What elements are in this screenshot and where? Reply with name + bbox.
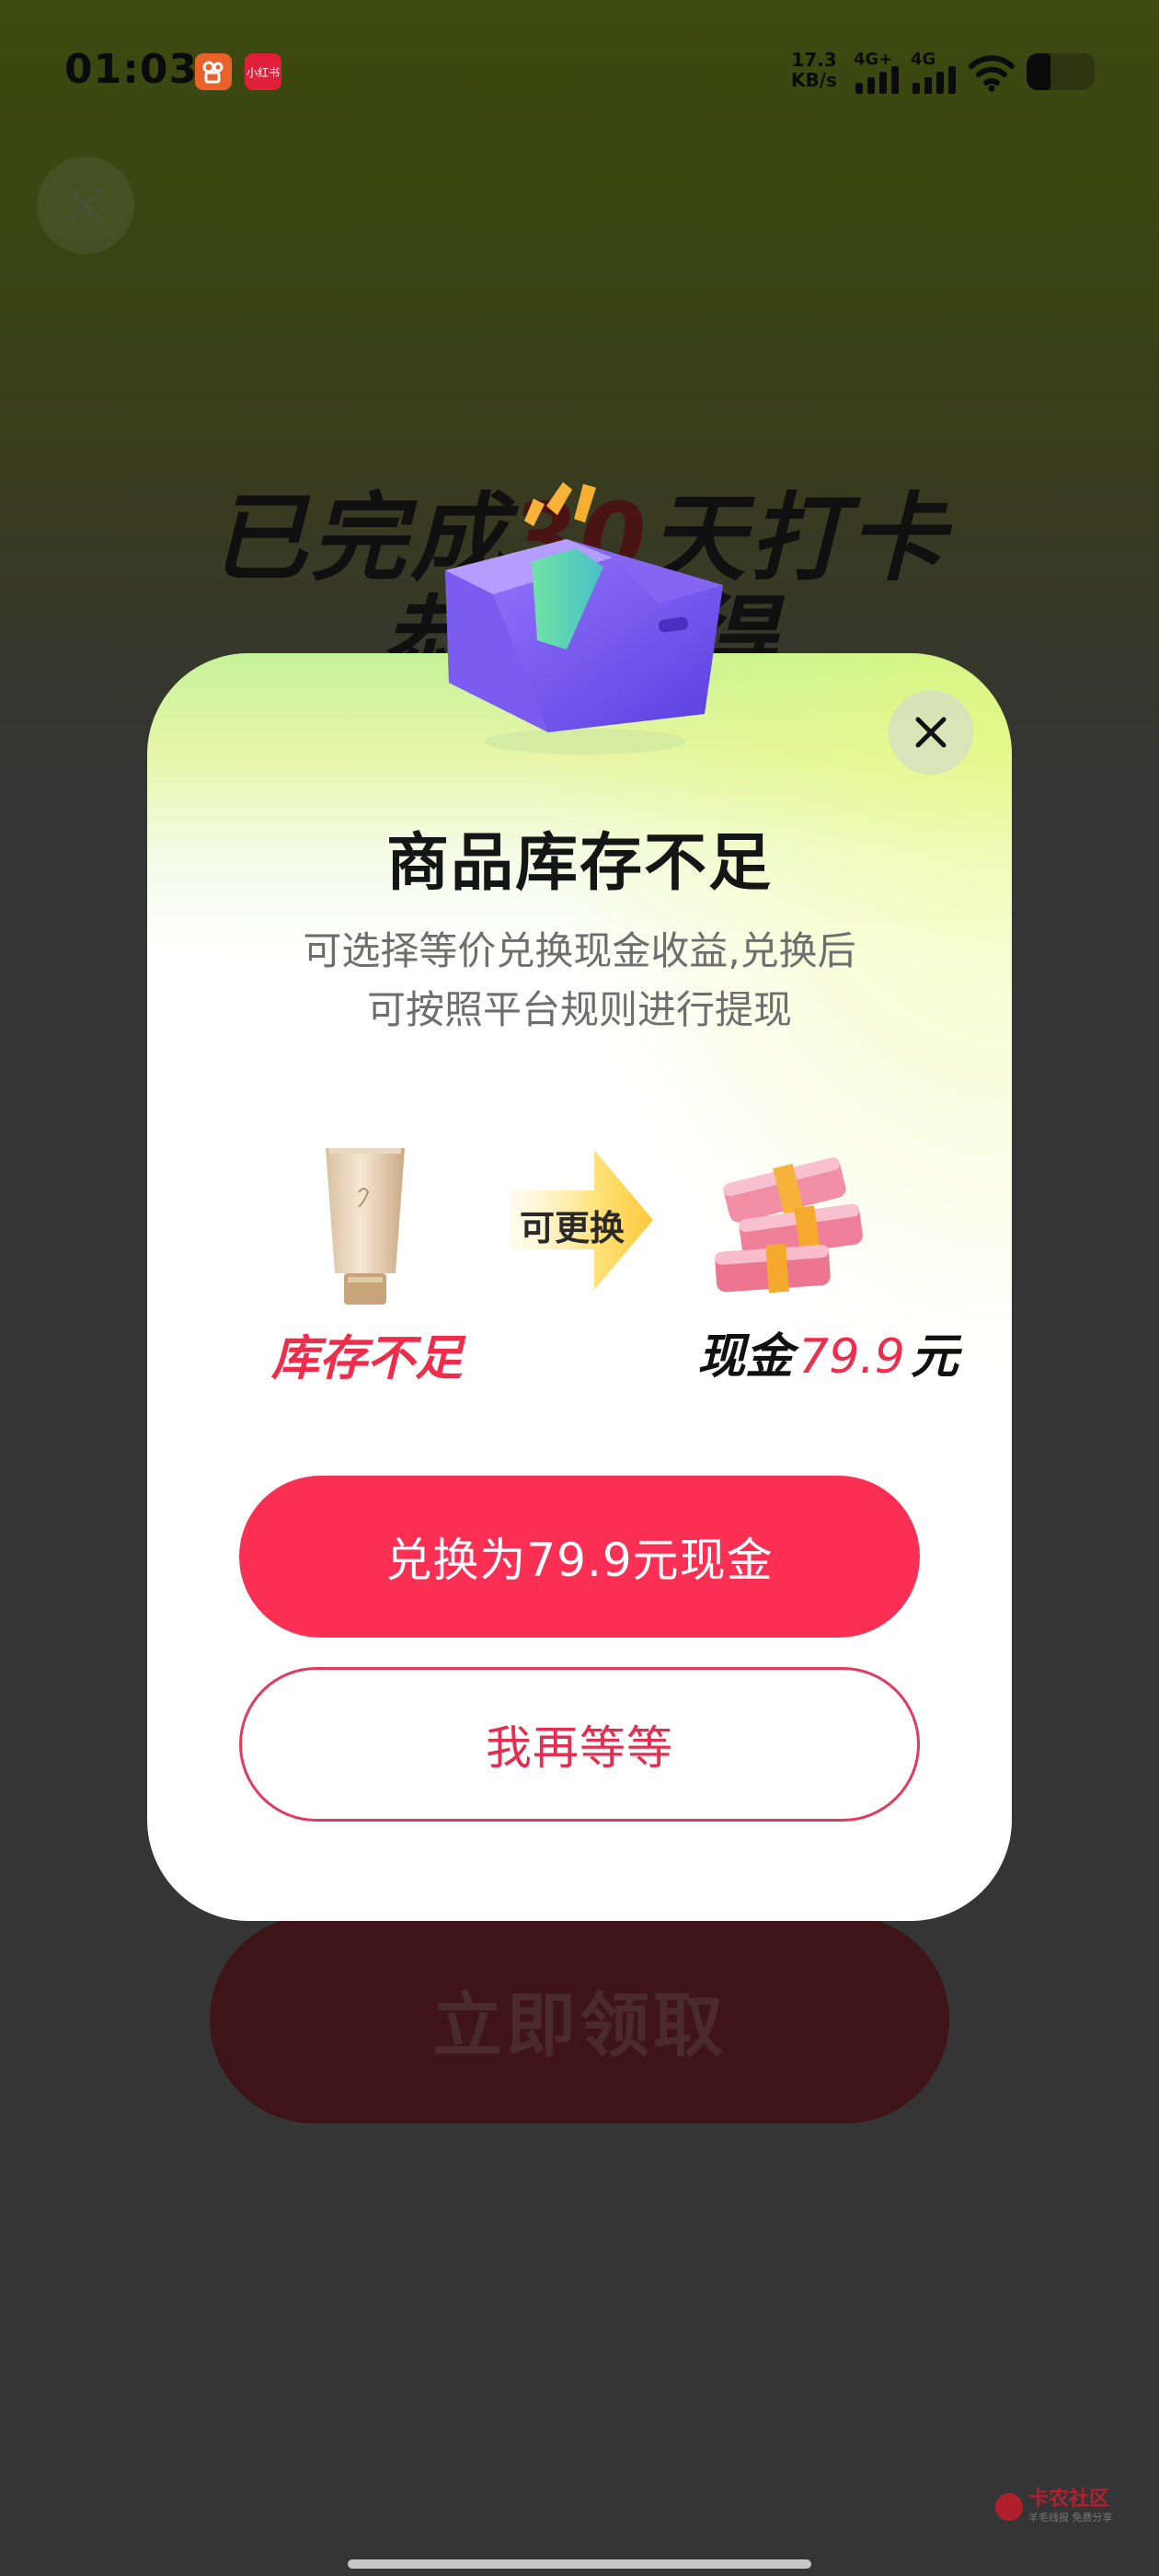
status-bar: 01:03 小红书 17.3 KB/s 4G+ 4G bbox=[0, 0, 1159, 147]
wifi-icon bbox=[968, 52, 1016, 96]
close-icon bbox=[68, 188, 103, 223]
dialog-title: 商品库存不足 bbox=[385, 827, 773, 900]
exchange-cash-button[interactable]: 兑换为79.9元现金 bbox=[239, 1476, 920, 1638]
cash-stack-image bbox=[715, 1157, 863, 1294]
dialog-close-button[interactable] bbox=[889, 690, 973, 775]
dialog-description-line1: 可选择等价兑换现金收益,兑换后 bbox=[303, 928, 856, 973]
dialog-description-line2: 可按照平台规则进行提现 bbox=[366, 987, 792, 1032]
page-close-button[interactable] bbox=[37, 156, 134, 254]
close-icon bbox=[915, 717, 947, 748]
watermark-logo-icon bbox=[995, 2493, 1023, 2521]
network-speed-unit: KB/s bbox=[791, 69, 837, 91]
wait-button[interactable]: 我再等等 bbox=[239, 1667, 920, 1822]
network-speed-value: 17.3 bbox=[791, 49, 837, 71]
watermark-text: 卡农社区 bbox=[1028, 2488, 1110, 2511]
product-image bbox=[326, 1148, 405, 1305]
cash-unit: 元 bbox=[910, 1329, 958, 1385]
battery-icon bbox=[1027, 53, 1095, 90]
xiaohongshu-app-icon: 小红书 bbox=[245, 53, 281, 90]
gift-box-icon bbox=[445, 482, 723, 754]
claim-now-button[interactable]: 立即领取 bbox=[210, 1915, 949, 2123]
kuaishou-app-icon bbox=[195, 53, 232, 90]
swap-label: 可更换 bbox=[519, 1208, 625, 1248]
status-time: 01:03 bbox=[64, 46, 199, 93]
cash-amount: 79.9 bbox=[798, 1329, 905, 1385]
watermark-subtext: 羊毛线报 免费分享 bbox=[1028, 2512, 1113, 2524]
out-of-stock-label: 库存不足 bbox=[270, 1331, 463, 1386]
network-speed: 17.3 KB/s bbox=[786, 50, 842, 90]
out-of-stock-dialog: 商品库存不足 可选择等价兑换现金收益,兑换后 可按照平台规则进行提现 库存不足 … bbox=[147, 653, 1012, 1921]
watermark: 卡农社区 羊毛线报 免费分享 bbox=[995, 2490, 1113, 2524]
cash-reward-label: 现金 79.9 元 bbox=[662, 1317, 993, 1386]
home-indicator[interactable] bbox=[348, 2559, 811, 2569]
cash-prefix: 现金 bbox=[697, 1329, 794, 1385]
dialog-description: 可选择等价兑换现金收益,兑换后 可按照平台规则进行提现 bbox=[147, 922, 1012, 1040]
